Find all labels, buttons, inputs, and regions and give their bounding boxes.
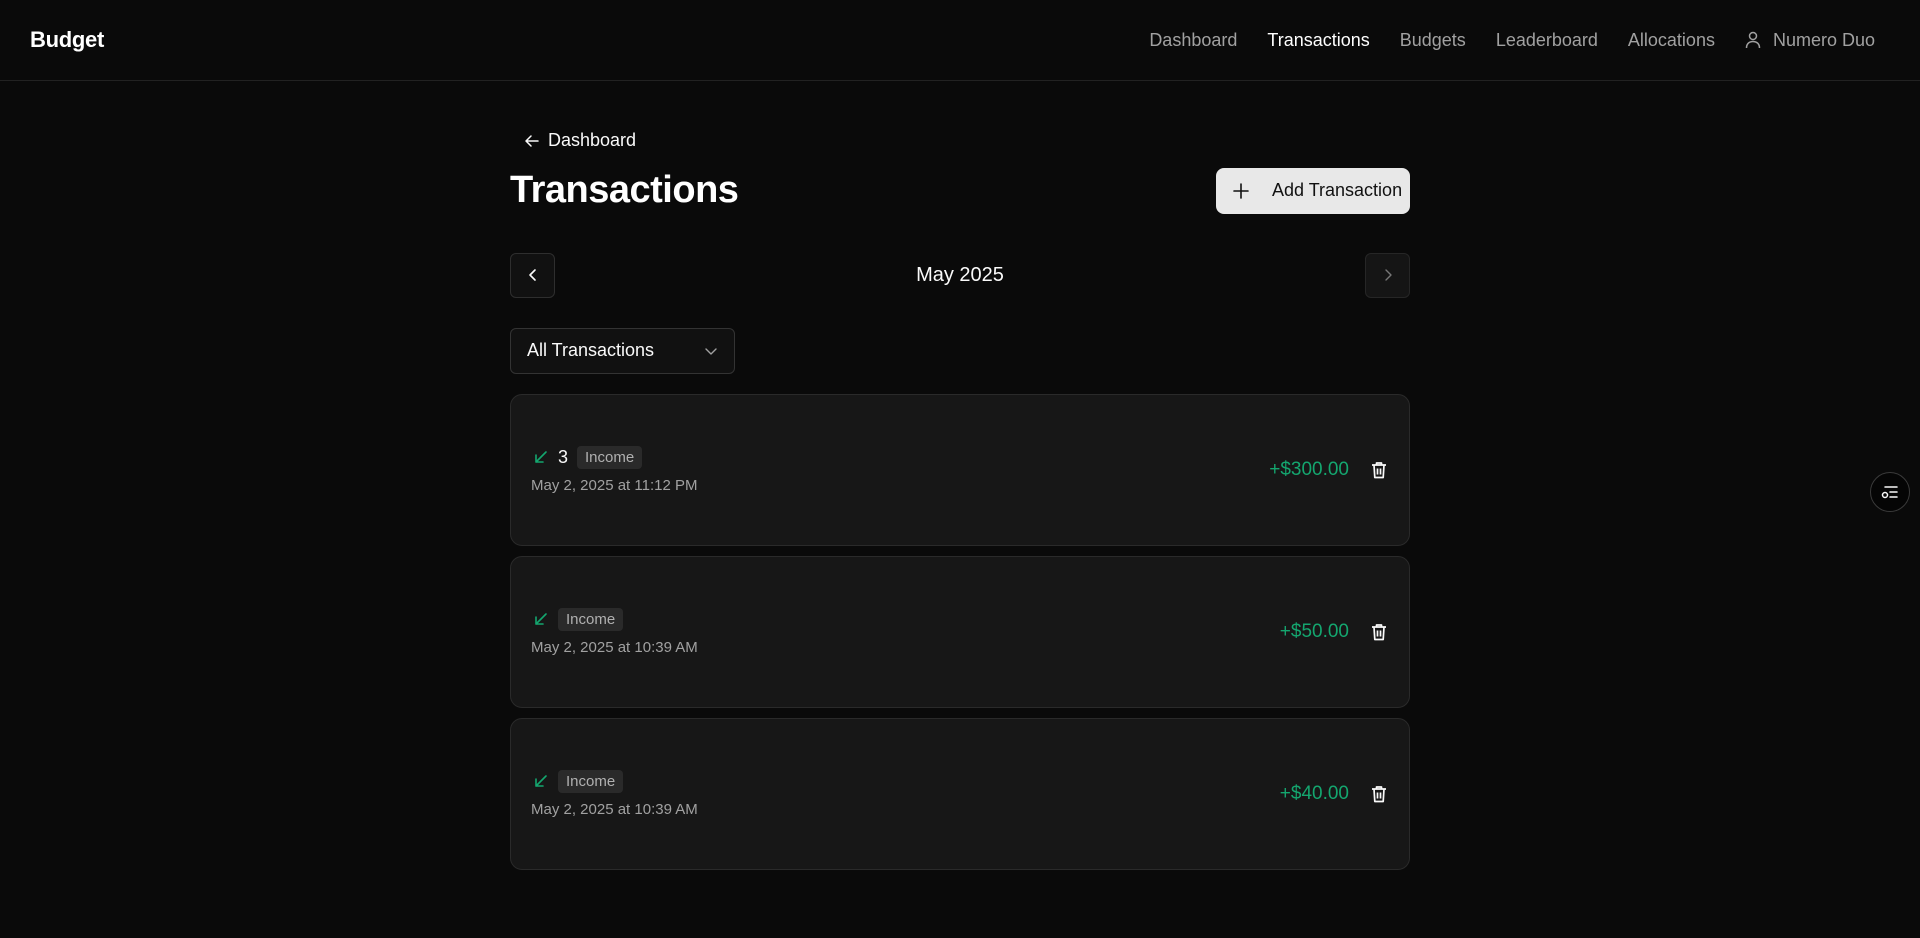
transaction-header: Income — [531, 769, 698, 793]
main-nav: Dashboard Transactions Budgets Leaderboa… — [1119, 30, 1875, 51]
transaction-name: 3 — [558, 446, 569, 467]
chevron-right-icon — [1384, 269, 1392, 281]
transaction-list: 3 Income May 2, 2025 at 11:12 PM +$300.0… — [510, 393, 1410, 870]
transaction-actions: +$50.00 — [1280, 621, 1389, 643]
nav-dashboard[interactable]: Dashboard — [1149, 30, 1237, 51]
page-header: Transactions Add Transaction — [510, 167, 1410, 214]
chevron-down-icon — [705, 347, 717, 355]
transaction-info: Income May 2, 2025 at 10:39 AM — [531, 769, 698, 818]
transaction-header: Income — [531, 607, 698, 631]
transaction-amount: +$40.00 — [1279, 782, 1349, 804]
add-transaction-label: Add Transaction — [1272, 180, 1403, 200]
transaction-date: May 2, 2025 at 10:39 AM — [531, 801, 698, 818]
user-name: Numero Duo — [1772, 29, 1875, 50]
transaction-type-badge: Income — [558, 769, 624, 793]
delete-trash-icon[interactable] — [1369, 622, 1389, 642]
transaction-card[interactable]: Income May 2, 2025 at 10:39 AM +$50.00 — [510, 555, 1410, 708]
next-month-button[interactable] — [1365, 252, 1410, 298]
transaction-header: 3 Income — [531, 445, 698, 469]
nav-leaderboard[interactable]: Leaderboard — [1496, 30, 1598, 51]
transaction-info: Income May 2, 2025 at 10:39 AM — [531, 607, 698, 656]
main-content: Dashboard Transactions Add Transaction M… — [510, 81, 1410, 870]
transaction-card[interactable]: 3 Income May 2, 2025 at 11:12 PM +$300.0… — [510, 393, 1410, 546]
transaction-filter-select[interactable]: All Transactions — [510, 327, 735, 374]
arrow-down-left-icon — [535, 775, 547, 787]
filter-value: All Transactions — [527, 340, 655, 360]
back-to-dashboard-link[interactable]: Dashboard — [524, 130, 636, 151]
user-menu[interactable]: Numero Duo — [1745, 30, 1875, 51]
transaction-date: May 2, 2025 at 11:12 PM — [531, 477, 698, 494]
top-navbar: Budget Dashboard Transactions Budgets Le… — [0, 0, 1920, 81]
transaction-type-badge: Income — [577, 445, 643, 469]
nav-budgets[interactable]: Budgets — [1400, 30, 1466, 51]
arrow-down-left-icon — [535, 613, 547, 625]
nav-transactions[interactable]: Transactions — [1267, 30, 1369, 51]
settings-list-icon — [1881, 486, 1898, 499]
transaction-date: May 2, 2025 at 10:39 AM — [531, 639, 698, 656]
delete-trash-icon[interactable] — [1369, 784, 1389, 804]
transaction-amount: +$300.00 — [1269, 458, 1349, 480]
arrow-down-left-icon — [535, 451, 547, 463]
transaction-amount: +$50.00 — [1279, 620, 1349, 642]
floating-toolbar-button[interactable] — [1870, 472, 1910, 512]
transaction-actions: +$40.00 — [1280, 783, 1389, 805]
plus-icon — [1233, 182, 1249, 199]
add-transaction-button[interactable]: Add Transaction — [1216, 167, 1410, 214]
transaction-card[interactable]: Income May 2, 2025 at 10:39 AM +$40.00 — [510, 717, 1410, 870]
month-navigator: May 2025 — [510, 252, 1410, 298]
current-month: May 2025 — [916, 263, 1004, 286]
page-title: Transactions — [510, 169, 739, 211]
previous-month-button[interactable] — [510, 252, 555, 298]
back-label: Dashboard — [548, 130, 637, 150]
delete-trash-icon[interactable] — [1369, 460, 1389, 480]
brand-logo[interactable]: Budget — [30, 27, 104, 53]
nav-allocations[interactable]: Allocations — [1628, 30, 1715, 51]
user-icon — [1745, 31, 1761, 49]
arrow-left-icon — [525, 134, 539, 147]
transaction-actions: +$300.00 — [1269, 459, 1389, 481]
transaction-info: 3 Income May 2, 2025 at 11:12 PM — [531, 445, 698, 494]
transaction-type-badge: Income — [558, 607, 624, 631]
chevron-left-icon — [528, 269, 536, 281]
